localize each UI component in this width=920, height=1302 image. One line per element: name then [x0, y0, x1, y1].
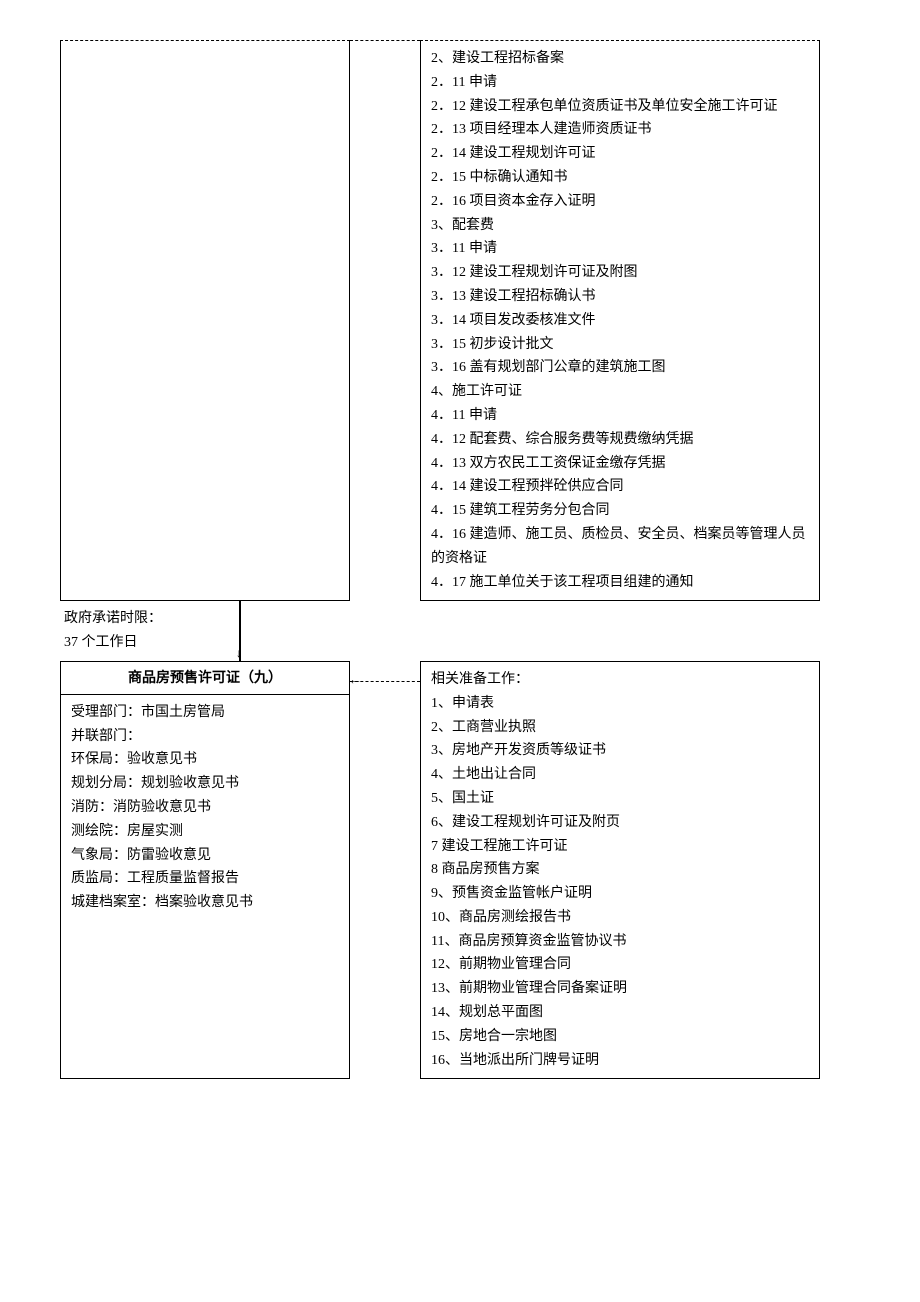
- top-right-line: 3．14 项目发改委核准文件: [431, 309, 809, 333]
- bottom-right-line: 11、商品房预算资金监管协议书: [431, 930, 809, 954]
- bottom-right-line: 4、土地出让合同: [431, 763, 809, 787]
- top-right-line: 2．16 项目资本金存入证明: [431, 190, 809, 214]
- top-right-line: 2、建设工程招标备案: [431, 47, 809, 71]
- top-right-line: 4、施工许可证: [431, 380, 809, 404]
- bottom-right-lines: 相关准备工作：1、申请表2、工商营业执照3、房地产开发资质等级证书4、土地出让合…: [431, 668, 809, 1073]
- timing-connector: ↓: [204, 601, 274, 661]
- bottom-left-box: 商品房预售许可证（九） 受理部门：市国土房管局并联部门：环保局：验收意见书规划分…: [60, 661, 350, 1080]
- bottom-right-line: 5、国土证: [431, 787, 809, 811]
- bottom-right-line: 12、前期物业管理合同: [431, 953, 809, 977]
- bottom-left-lines: 受理部门：市国土房管局并联部门：环保局：验收意见书规划分局：规划验收意见书消防：…: [61, 695, 349, 921]
- bottom-left-line: 消防：消防验收意见书: [71, 796, 339, 820]
- top-right-line: 2．12 建设工程承包单位资质证书及单位安全施工许可证: [431, 95, 809, 119]
- bottom-left-line: 环保局：验收意见书: [71, 748, 339, 772]
- bottom-right-line: 14、规划总平面图: [431, 1001, 809, 1025]
- bottom-row: 商品房预售许可证（九） 受理部门：市国土房管局并联部门：环保局：验收意见书规划分…: [60, 661, 860, 1080]
- bottom-right-line: 2、工商营业执照: [431, 716, 809, 740]
- timing-value: 37 个工作日: [64, 631, 204, 655]
- bottom-right-box: 相关准备工作：1、申请表2、工商营业执照3、房地产开发资质等级证书4、土地出让合…: [420, 661, 820, 1080]
- top-right-lines: 2、建设工程招标备案2．11 申请2．12 建设工程承包单位资质证书及单位安全施…: [431, 47, 809, 594]
- top-right-line: 2．11 申请: [431, 71, 809, 95]
- top-right-line: 3．13 建设工程招标确认书: [431, 285, 809, 309]
- bottom-left-title: 商品房预售许可证（九）: [61, 662, 349, 695]
- top-right-line: 3．11 申请: [431, 237, 809, 261]
- top-left-box: [60, 40, 350, 601]
- bottom-left-line: 受理部门：市国土房管局: [71, 701, 339, 725]
- bottom-right-line: 6、建设工程规划许可证及附页: [431, 811, 809, 835]
- timing-block: 政府承诺时限： 37 个工作日: [60, 601, 204, 661]
- top-right-line: 2．13 项目经理本人建造师资质证书: [431, 118, 809, 142]
- top-connector: [350, 40, 420, 601]
- bottom-right-line: 3、房地产开发资质等级证书: [431, 739, 809, 763]
- top-right-line: 3．15 初步设计批文: [431, 333, 809, 357]
- top-right-line: 3．12 建设工程规划许可证及附图: [431, 261, 809, 285]
- arrow-down-icon: ↓: [236, 643, 242, 663]
- top-right-line: 4．11 申请: [431, 404, 809, 428]
- top-right-line: 4．12 配套费、综合服务费等规费缴纳凭据: [431, 428, 809, 452]
- top-right-box: 2、建设工程招标备案2．11 申请2．12 建设工程承包单位资质证书及单位安全施…: [420, 40, 820, 601]
- bottom-connector: ←: [350, 661, 420, 1080]
- top-right-line: 4．14 建设工程预拌砼供应合同: [431, 475, 809, 499]
- bottom-right-line: 15、房地合一宗地图: [431, 1025, 809, 1049]
- bottom-right-line: 10、商品房测绘报告书: [431, 906, 809, 930]
- bottom-left-line: 城建档案室：档案验收意见书: [71, 891, 339, 915]
- top-right-line: 2．15 中标确认通知书: [431, 166, 809, 190]
- bottom-right-line: 相关准备工作：: [431, 668, 809, 692]
- top-right-line: 4．17 施工单位关于该工程项目组建的通知: [431, 571, 809, 595]
- bottom-right-line: 7 建设工程施工许可证: [431, 835, 809, 859]
- bottom-left-line: 测绘院：房屋实测: [71, 820, 339, 844]
- bottom-left-line: 气象局：防雷验收意见: [71, 844, 339, 868]
- arrow-left-icon: ←: [348, 669, 362, 693]
- bottom-left-line: 规划分局：规划验收意见书: [71, 772, 339, 796]
- timing-label: 政府承诺时限：: [64, 607, 204, 631]
- top-row: 2、建设工程招标备案2．11 申请2．12 建设工程承包单位资质证书及单位安全施…: [60, 40, 860, 601]
- bottom-right-line: 13、前期物业管理合同备案证明: [431, 977, 809, 1001]
- bottom-right-line: 9、预售资金监管帐户证明: [431, 882, 809, 906]
- bottom-right-line: 16、当地派出所门牌号证明: [431, 1049, 809, 1073]
- bottom-left-line: 并联部门：: [71, 725, 339, 749]
- top-right-line: 3．16 盖有规划部门公章的建筑施工图: [431, 356, 809, 380]
- bottom-right-line: 8 商品房预售方案: [431, 858, 809, 882]
- bottom-left-line: 质监局：工程质量监督报告: [71, 867, 339, 891]
- top-right-line: 3、配套费: [431, 214, 809, 238]
- bottom-right-line: 1、申请表: [431, 692, 809, 716]
- top-right-line: 2．14 建设工程规划许可证: [431, 142, 809, 166]
- top-right-line: 4．15 建筑工程劳务分包合同: [431, 499, 809, 523]
- top-right-line: 4．16 建造师、施工员、质检员、安全员、档案员等管理人员的资格证: [431, 523, 809, 571]
- top-right-line: 4．13 双方农民工工资保证金缴存凭据: [431, 452, 809, 476]
- timing-row: 政府承诺时限： 37 个工作日 ↓: [60, 601, 860, 661]
